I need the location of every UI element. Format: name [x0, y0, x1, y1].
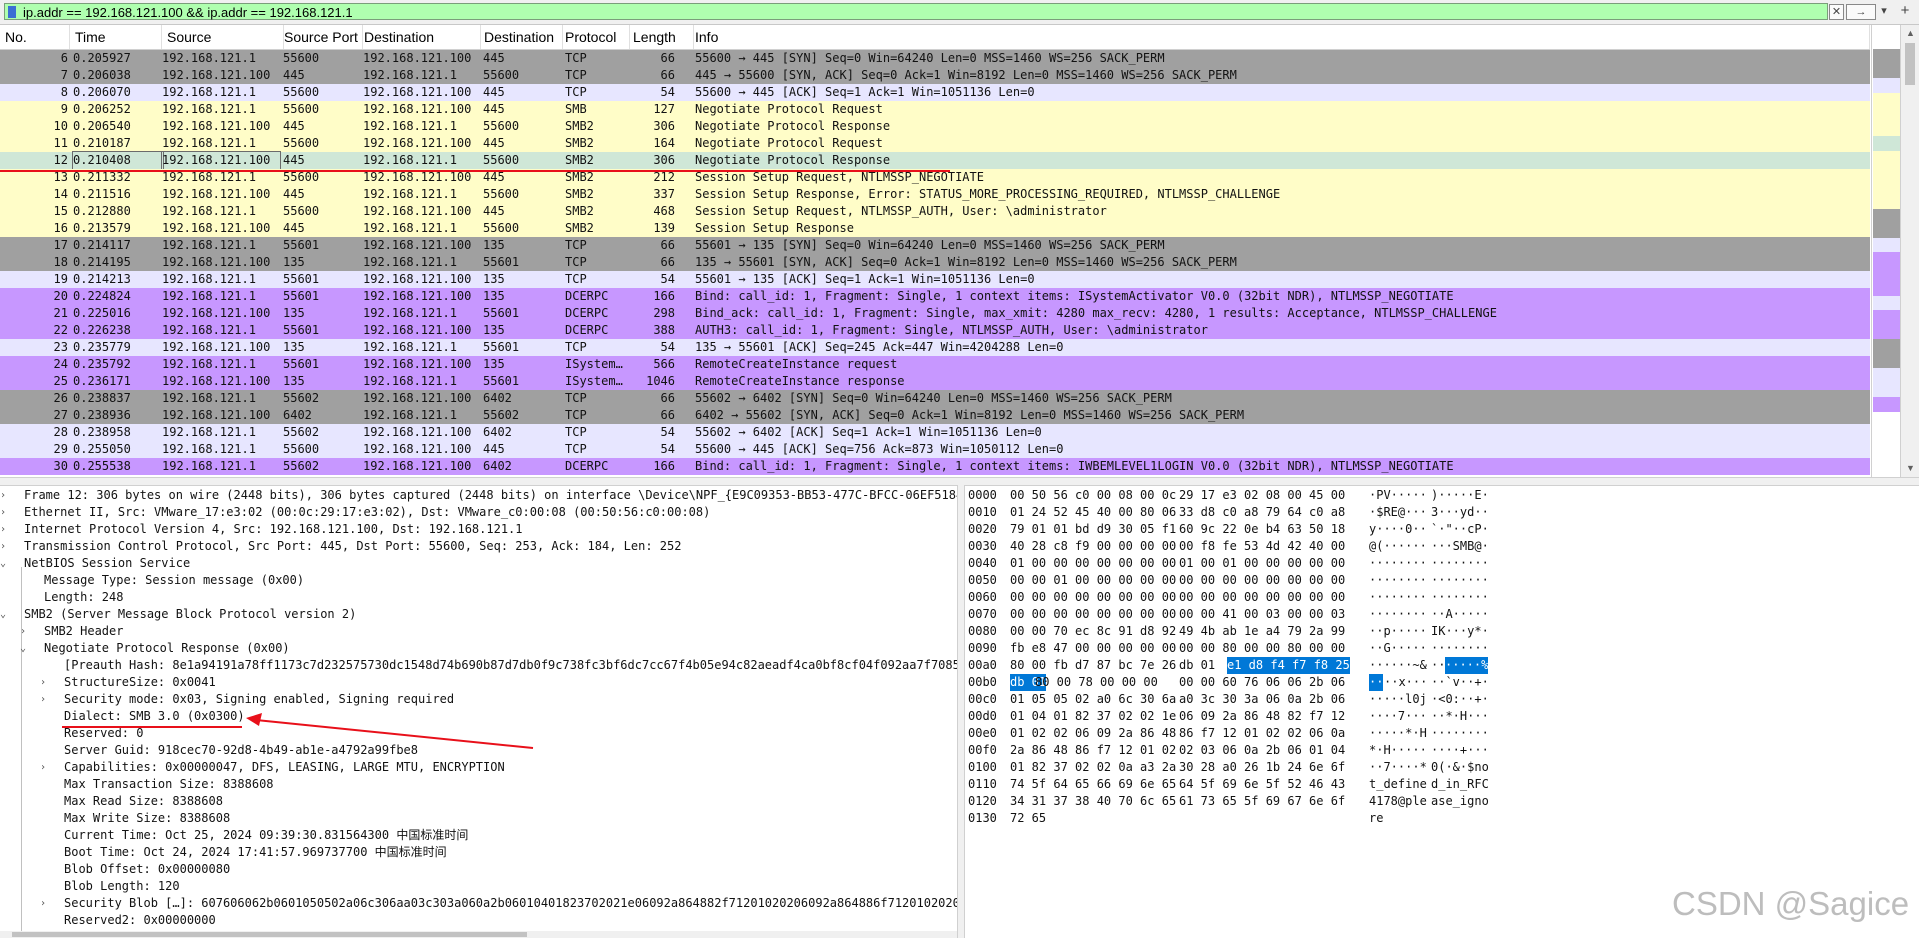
watermark: CSDN @Sagice: [1672, 885, 1910, 922]
annotation-arrowhead: [246, 713, 262, 726]
annotation-arrow-line: [255, 719, 534, 749]
annotation-overlay: [0, 170, 950, 749]
